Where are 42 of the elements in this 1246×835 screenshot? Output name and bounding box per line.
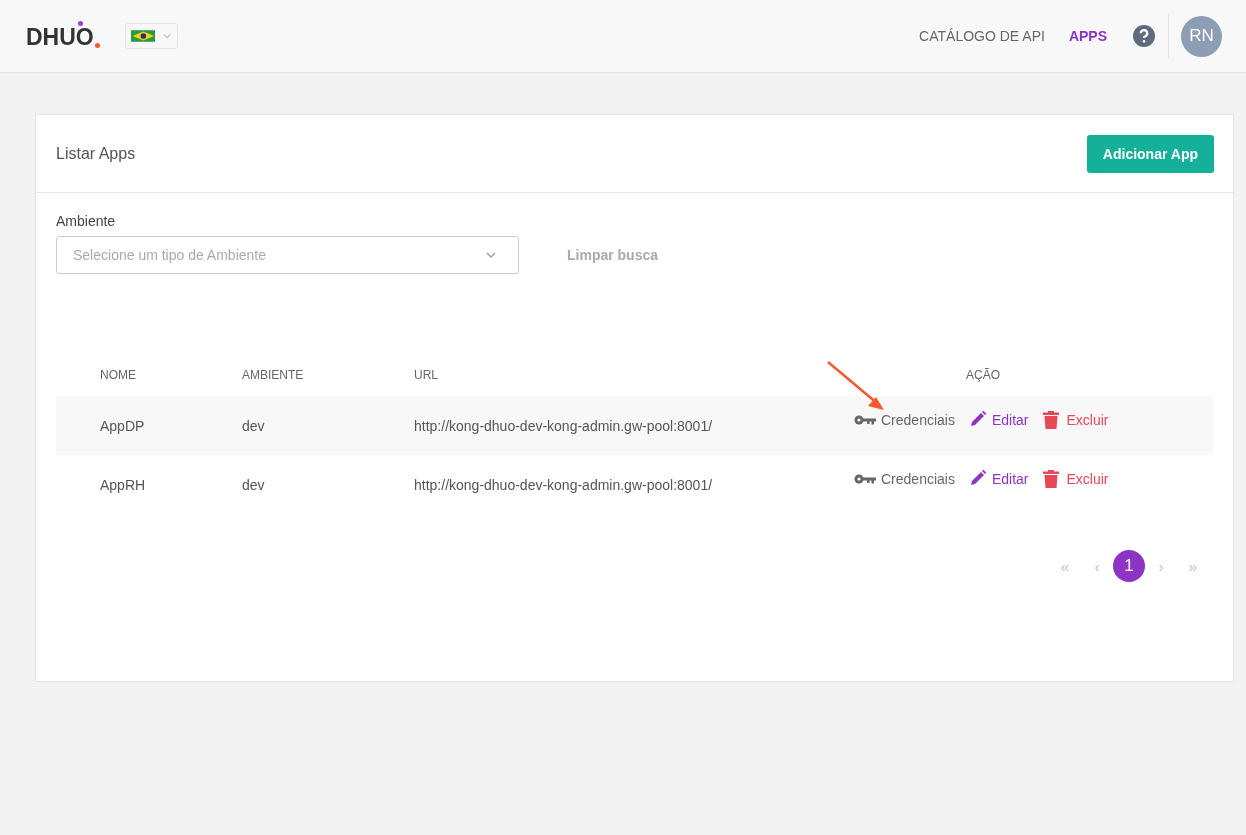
pagination-arrow[interactable]: ›	[1145, 550, 1177, 582]
environment-select[interactable]: Selecione um tipo de Ambiente	[56, 236, 519, 274]
add-app-button[interactable]: Adicionar App	[1086, 134, 1214, 173]
column-header: URL	[414, 368, 439, 382]
page-title: Listar Apps	[56, 144, 136, 163]
nav-link[interactable]: APPS	[1068, 28, 1107, 44]
delete-button[interactable]: Excluir	[1042, 410, 1109, 429]
edit-button[interactable]: Editar	[968, 410, 1029, 429]
nav-link[interactable]: CATÁLOGO DE API	[919, 28, 1045, 44]
page-number[interactable]: 1	[1113, 550, 1145, 582]
column-header: AÇÃO	[965, 368, 1001, 382]
clear-search-link[interactable]: Limpar busca	[567, 247, 659, 263]
table-cell-text: AppRH	[99, 476, 147, 493]
pencil-icon	[968, 470, 987, 487]
table-cell-text: http://kong-dhuo-dev-kong-admin.gw-pool:8001/	[414, 417, 714, 434]
credentials-button[interactable]: Credenciais	[854, 410, 955, 429]
table-cell-text: dev	[242, 476, 266, 493]
chevron-down-icon	[163, 33, 172, 39]
logo[interactable]: DHUO	[26, 19, 101, 53]
table-cell-text: AppDP	[99, 417, 146, 434]
help-icon	[1133, 25, 1155, 47]
edit-button[interactable]: Editar	[968, 469, 1029, 488]
key-icon	[854, 413, 876, 426]
user-avatar[interactable]: RN	[1181, 15, 1222, 57]
trash-icon	[1042, 469, 1059, 488]
key-icon	[854, 472, 876, 485]
language-selector[interactable]	[124, 23, 178, 49]
brazil-flag-icon	[130, 29, 156, 43]
column-header: AMBIENTE	[242, 368, 305, 382]
annotation-arrow	[826, 360, 886, 412]
credentials-button[interactable]: Credenciais	[854, 469, 955, 488]
trash-icon	[1042, 410, 1059, 429]
pagination-arrow[interactable]: «	[1049, 550, 1081, 582]
pagination-arrow[interactable]: ‹	[1081, 550, 1113, 582]
table-cell-text: http://kong-dhuo-dev-kong-admin.gw-pool:8001/	[414, 476, 714, 493]
table-cell-text: dev	[242, 417, 266, 434]
chevron-down-icon	[486, 252, 496, 258]
pagination-arrow[interactable]: »	[1177, 550, 1209, 582]
pencil-icon	[968, 411, 987, 428]
column-header: NOME	[99, 368, 137, 382]
delete-button[interactable]: Excluir	[1042, 469, 1109, 488]
field-label: Ambiente	[56, 213, 117, 229]
